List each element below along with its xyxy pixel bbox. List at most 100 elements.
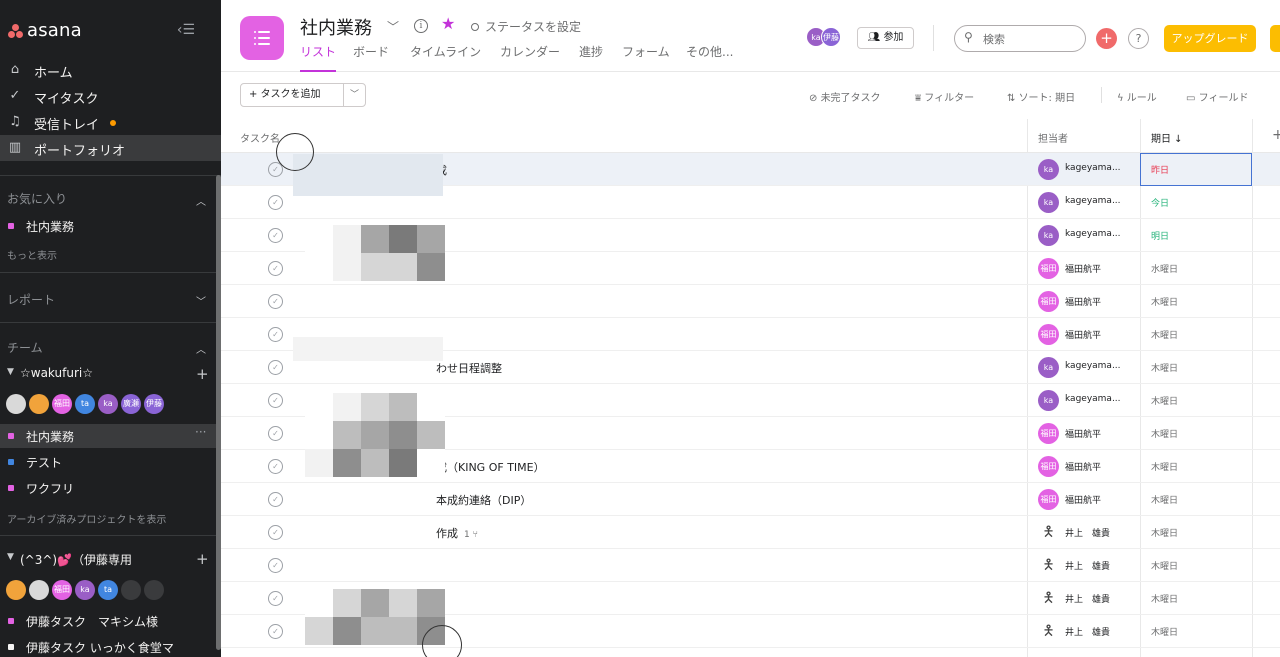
due-date[interactable]: 木曜日 [1151, 493, 1178, 506]
project-item[interactable]: 伊藤タスク いっかく食堂マ [0, 635, 216, 657]
teams-heading[interactable]: チーム [7, 339, 43, 356]
member-avatar[interactable]: ta [98, 580, 118, 600]
tab-2[interactable]: タイムライン [410, 43, 481, 71]
member-avatar[interactable]: 廣瀬 [121, 394, 141, 414]
quick-add-icon[interactable]: + [1096, 28, 1117, 49]
assignee-cell[interactable]: 福田 福田航平 [1038, 291, 1142, 312]
search-input[interactable] [983, 30, 1079, 48]
join-button[interactable]: 👥︎ 参加 [857, 27, 914, 49]
due-date[interactable]: 木曜日 [1151, 625, 1178, 638]
due-date[interactable]: 水曜日 [1151, 262, 1178, 275]
task-name[interactable]: 作成 1 ⑂ [436, 525, 478, 541]
tab-4[interactable]: 進捗 [579, 43, 603, 71]
tab-6[interactable]: その他... [686, 43, 733, 71]
team-row-ito[interactable]: ▼ (^3^)💕（伊藤専用 [0, 547, 216, 571]
assignee-cell[interactable]: 🯅 井上 雄貴 [1038, 522, 1142, 543]
reports-heading[interactable]: レポート [7, 291, 55, 308]
team-row-wakufuri[interactable]: ▼ ☆wakufuri☆ [0, 362, 216, 386]
assignee-cell[interactable]: ka kageyama... [1038, 390, 1142, 411]
member-avatar[interactable] [29, 394, 49, 414]
complete-task-checkbox[interactable]: ✓ [268, 360, 283, 375]
due-date[interactable]: 木曜日 [1151, 295, 1178, 308]
member-avatar[interactable]: ta [75, 394, 95, 414]
chevron-down-icon[interactable]: ﹀ [387, 18, 399, 35]
add-project-icon[interactable]: + [196, 550, 209, 568]
member-avatar[interactable]: ka [98, 394, 118, 414]
star-icon[interactable]: ★ [441, 14, 455, 33]
member-avatar[interactable] [29, 580, 49, 600]
add-column-icon[interactable]: + [1272, 127, 1280, 143]
member-avatar[interactable]: 伊藤 [821, 27, 841, 47]
complete-task-checkbox[interactable]: ✓ [268, 459, 283, 474]
due-date[interactable]: 木曜日 [1151, 460, 1178, 473]
tab-0[interactable]: リスト [300, 43, 337, 72]
chevron-down-icon[interactable]: ﹀ [196, 293, 206, 308]
assignee-cell[interactable]: 🯅 井上 雄貴 [1038, 555, 1142, 576]
complete-task-checkbox[interactable]: ✓ [268, 525, 283, 540]
member-avatar[interactable]: ka [75, 580, 95, 600]
favorites-heading[interactable]: お気に入り [7, 190, 67, 207]
favorite-project-item[interactable]: 社内業務 [0, 214, 216, 238]
tab-5[interactable]: フォーム [622, 43, 670, 71]
nav-item[interactable]: ♫ 受信トレイ [0, 109, 221, 135]
chevron-down-icon[interactable]: ﹀ [344, 84, 365, 106]
due-cell-focus[interactable] [1140, 153, 1252, 186]
rules-button[interactable]: ϟ ルール [1117, 89, 1157, 104]
due-date[interactable]: 木曜日 [1151, 328, 1178, 341]
assignee-cell[interactable]: 🯅 井上 雄貴 [1038, 588, 1142, 609]
task-name[interactable]: 成（KING OF TIME） [436, 459, 545, 475]
member-avatar[interactable]: 福田 [52, 580, 72, 600]
help-icon[interactable]: ? [1128, 28, 1149, 49]
collapse-sidebar-icon[interactable]: ‹☰ [173, 22, 199, 42]
member-avatar[interactable]: 福田 [52, 394, 72, 414]
complete-task-checkbox[interactable]: ✓ [268, 624, 283, 639]
add-project-icon[interactable]: + [196, 365, 209, 383]
sort-button[interactable]: ⇅ ソート: 期日 [1007, 89, 1075, 104]
table-row[interactable]: ✓ 作成 1 ⑂ 🯅 井上 雄貴 木曜日 [221, 516, 1280, 549]
project-item[interactable]: 伊藤タスク マキシム様 [0, 609, 216, 633]
complete-task-checkbox[interactable]: ✓ [268, 426, 283, 441]
project-item[interactable]: ワクフリ [0, 476, 216, 500]
due-date[interactable]: 木曜日 [1151, 427, 1178, 440]
due-date[interactable]: 今日 [1151, 196, 1169, 209]
assignee-cell[interactable]: 福田 福田航平 [1038, 324, 1142, 345]
table-row[interactable]: ✓ 福田 福田航平 木曜日 [221, 285, 1280, 318]
assignee-cell[interactable]: ka kageyama... [1038, 192, 1142, 213]
due-date[interactable]: 木曜日 [1151, 394, 1178, 407]
chevron-up-icon[interactable]: ︿ [196, 193, 206, 208]
complete-task-checkbox[interactable]: ✓ [268, 228, 283, 243]
table-row[interactable]: ✓ 本成約連絡（DIP） 福田 福田航平 木曜日 [221, 483, 1280, 516]
project-item[interactable]: 社内業務 ··· [0, 424, 216, 448]
tab-3[interactable]: カレンダー [500, 43, 560, 71]
member-avatar[interactable] [6, 394, 26, 414]
member-avatar[interactable] [144, 580, 164, 600]
complete-task-checkbox[interactable]: ✓ [268, 294, 283, 309]
complete-task-checkbox[interactable]: ✓ [268, 591, 283, 606]
column-header-due[interactable]: 期日 ↓ [1151, 130, 1183, 145]
brand-name[interactable]: asana [27, 20, 82, 41]
due-date[interactable]: 木曜日 [1151, 526, 1178, 539]
due-date[interactable]: 木曜日 [1151, 361, 1178, 374]
more-options-icon[interactable]: ··· [195, 425, 206, 439]
project-list-icon[interactable] [240, 16, 284, 60]
due-date[interactable]: 木曜日 [1151, 592, 1178, 605]
add-task-button[interactable]: + タスクを追加 [241, 84, 343, 106]
due-date[interactable]: 明日 [1151, 229, 1169, 242]
complete-task-checkbox[interactable]: ✓ [268, 327, 283, 342]
complete-task-checkbox[interactable]: ✓ [268, 261, 283, 276]
complete-task-checkbox[interactable]: ✓ [268, 558, 283, 573]
assignee-cell[interactable]: 🯅 井上 雄貴 [1038, 621, 1142, 642]
filter-button[interactable]: ⩸ フィルター [915, 89, 974, 104]
nav-item[interactable]: ▥ ポートフォリオ [0, 135, 221, 161]
assignee-cell[interactable]: 福田 福田航平 [1038, 423, 1142, 444]
complete-task-checkbox[interactable]: ✓ [268, 393, 283, 408]
show-more-link[interactable]: もっと表示 [7, 247, 57, 262]
nav-item[interactable]: ✓ マイタスク [0, 83, 221, 109]
chevron-up-icon[interactable]: ︿ [196, 341, 206, 356]
nav-item[interactable]: ⌂ ホーム [0, 57, 221, 83]
assignee-cell[interactable]: 福田 福田航平 [1038, 258, 1142, 279]
set-status-button[interactable]: ステータスを設定 [471, 18, 581, 35]
upgrade-button[interactable]: アップグレード [1164, 25, 1256, 52]
member-avatar[interactable] [121, 580, 141, 600]
incomplete-tasks-filter[interactable]: ⊘ 未完了タスク [809, 89, 881, 104]
